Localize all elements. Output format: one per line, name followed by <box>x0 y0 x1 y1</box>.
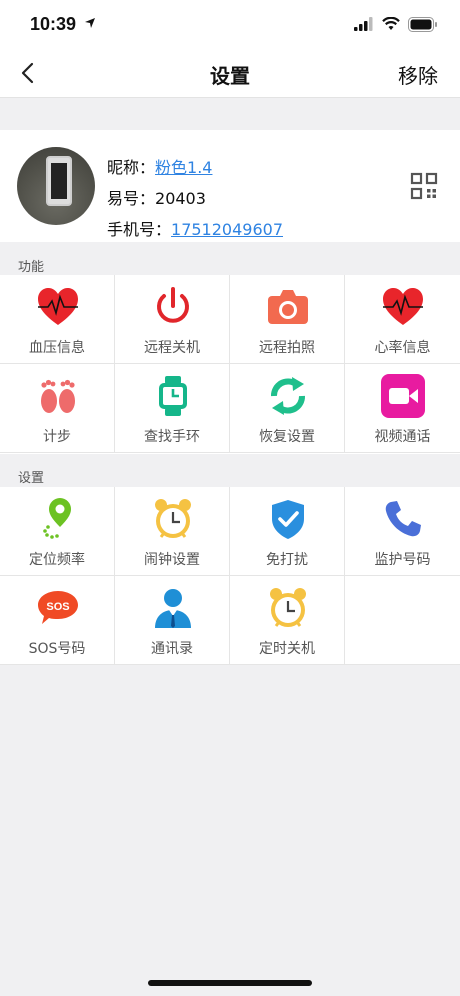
watch-icon <box>159 376 187 416</box>
status-time: 10:39 <box>30 14 77 34</box>
contacts-icon <box>155 589 191 628</box>
find-band-label: 查找手环 <box>144 429 200 445</box>
restore-settings-button[interactable]: 恢复设置 <box>230 364 345 453</box>
nickname-row: 昵称：粉色1.4 <box>107 152 283 183</box>
location-arrow-icon <box>85 18 95 28</box>
do-not-disturb-label: 免打扰 <box>266 552 308 568</box>
phone-icon <box>385 501 421 537</box>
shield-check-icon <box>272 500 304 539</box>
remove-button[interactable]: 移除 <box>398 60 438 89</box>
do-not-disturb-button[interactable]: 免打扰 <box>230 487 345 576</box>
functions-grid: 血压信息 远程关机 远程拍照 心率信息 计步 查找手环 恢复设置 视频通话 <box>0 275 460 454</box>
find-band-button[interactable]: 查找手环 <box>115 364 230 453</box>
functions-section-label: 功能 <box>18 260 45 275</box>
battery-icon <box>408 16 437 32</box>
phone-link[interactable]: 17512049607 <box>171 220 283 239</box>
sos-number-label: SOS号码 <box>28 641 86 657</box>
camera-icon <box>268 290 308 324</box>
profile-card: 昵称：粉色1.4 易号：20403 手机号：17512049607 <box>0 130 460 242</box>
step-count-button[interactable]: 计步 <box>0 364 115 453</box>
page-title: 设置 <box>210 64 250 88</box>
sos-number-button[interactable]: SOS SOS号码 <box>0 576 115 665</box>
empty-cell <box>345 576 460 665</box>
location-pin-icon <box>43 498 71 539</box>
video-call-label: 视频通话 <box>374 429 431 445</box>
signal-icon <box>354 17 373 31</box>
yihao-label: 易号： <box>107 189 156 208</box>
alarm-clock-icon <box>155 499 191 538</box>
alarm-settings-label: 闹钟设置 <box>144 552 200 568</box>
footprints-icon <box>41 379 75 413</box>
heart-pulse-icon <box>38 288 78 325</box>
svg-text:SOS: SOS <box>46 601 69 613</box>
alarm-settings-button[interactable]: 闹钟设置 <box>115 487 230 576</box>
remote-photo-label: 远程拍照 <box>259 340 315 356</box>
phone-label: 手机号： <box>107 220 172 239</box>
scheduled-shutdown-label: 定时关机 <box>259 641 315 657</box>
status-bar: 10:39 <box>0 0 460 48</box>
home-indicator[interactable] <box>148 980 312 986</box>
timer-alarm-icon <box>270 588 306 627</box>
nickname-link[interactable]: 粉色1.4 <box>155 158 212 177</box>
guardian-number-label: 监护号码 <box>374 552 431 568</box>
contacts-button[interactable]: 通讯录 <box>115 576 230 665</box>
avatar <box>17 147 95 225</box>
blood-pressure-label: 血压信息 <box>29 340 85 356</box>
qr-code-icon[interactable] <box>410 172 438 200</box>
heart-rate-icon <box>383 288 423 325</box>
remote-shutdown-label: 远程关机 <box>144 340 200 356</box>
contacts-label: 通讯录 <box>151 641 193 657</box>
blood-pressure-button[interactable]: 血压信息 <box>0 275 115 364</box>
settings-grid: 定位频率 闹钟设置 免打扰 监护号码 SOS SOS号码 通讯录 定时关机 <box>0 487 460 665</box>
video-call-icon <box>381 374 425 418</box>
remote-photo-button[interactable]: 远程拍照 <box>230 275 345 364</box>
guardian-number-button[interactable]: 监护号码 <box>345 487 460 576</box>
heart-rate-label: 心率信息 <box>374 340 431 356</box>
power-icon <box>157 287 189 323</box>
sos-icon: SOS <box>38 591 78 624</box>
nickname-label: 昵称： <box>107 158 156 177</box>
location-frequency-label: 定位频率 <box>29 552 85 568</box>
phone-row: 手机号：17512049607 <box>107 214 283 245</box>
settings-section-label: 设置 <box>18 471 45 486</box>
step-count-label: 计步 <box>43 429 71 445</box>
wifi-icon <box>382 17 400 30</box>
scheduled-shutdown-button[interactable]: 定时关机 <box>230 576 345 665</box>
yihao-row: 易号：20403 <box>107 183 283 214</box>
yihao-value: 20403 <box>155 189 206 208</box>
restore-settings-label: 恢复设置 <box>259 429 315 445</box>
video-call-button[interactable]: 视频通话 <box>345 364 460 453</box>
remote-shutdown-button[interactable]: 远程关机 <box>115 275 230 364</box>
location-frequency-button[interactable]: 定位频率 <box>0 487 115 576</box>
nav-bar: 设置 移除 <box>0 48 460 98</box>
heart-rate-button[interactable]: 心率信息 <box>345 275 460 364</box>
refresh-icon <box>271 377 305 415</box>
